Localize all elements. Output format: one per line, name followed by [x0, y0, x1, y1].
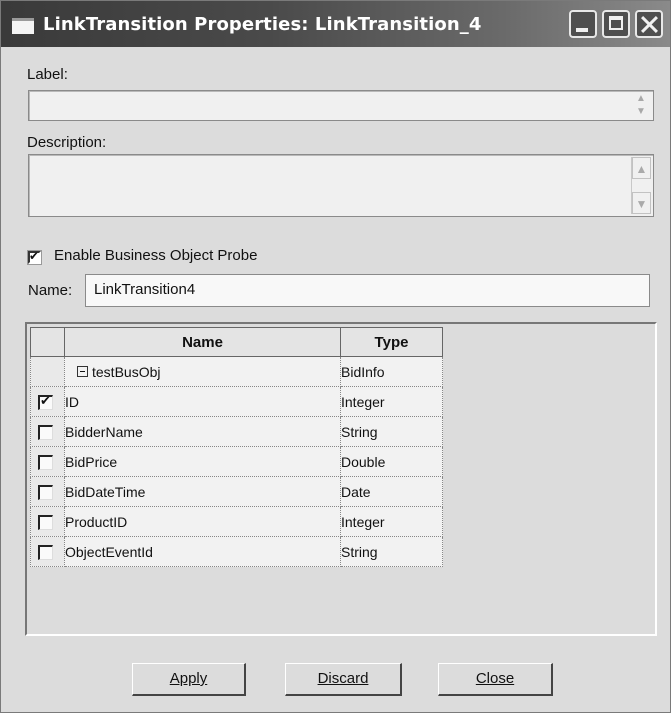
row-checkbox[interactable]: [38, 393, 53, 410]
apply-button-label: Apply: [169, 670, 208, 687]
table-row[interactable]: BidDateTime Date: [30, 476, 443, 507]
table-row[interactable]: ProductID Integer: [30, 506, 443, 537]
name-cell: BidderName: [64, 416, 341, 447]
type-column-header[interactable]: Type: [340, 327, 443, 357]
description-scrollbar[interactable]: ▲ ▼: [631, 157, 651, 214]
maximize-button[interactable]: [602, 10, 630, 38]
table-row[interactable]: testBusObj BidInfo: [30, 356, 443, 387]
row-select-cell: [30, 476, 65, 507]
row-checkbox[interactable]: [38, 425, 53, 440]
apply-button[interactable]: Apply: [132, 663, 246, 696]
table-row[interactable]: ID Integer: [30, 386, 443, 417]
properties-window: LinkTransition Properties: LinkTransitio…: [0, 0, 671, 713]
name-cell: ObjectEventId: [64, 536, 341, 567]
label-field[interactable]: ▲ ▼: [28, 90, 654, 121]
row-select-cell: [30, 536, 65, 567]
enable-probe-label: Enable Business Object Probe: [54, 247, 258, 264]
type-cell: Integer: [340, 506, 443, 537]
collapse-icon[interactable]: [77, 366, 88, 378]
table-row[interactable]: BidderName String: [30, 416, 443, 447]
type-cell: Date: [340, 476, 443, 507]
name-cell: BidPrice: [64, 446, 341, 477]
description-field[interactable]: ▲ ▼: [28, 154, 654, 217]
label-caption: Label:: [27, 66, 68, 83]
name-cell: ID: [64, 386, 341, 417]
description-caption: Description:: [27, 134, 107, 151]
select-column-header: [30, 327, 65, 357]
row-checkbox[interactable]: [38, 545, 53, 560]
window-icon: [12, 18, 34, 34]
spin-up-icon[interactable]: ▲: [632, 93, 650, 105]
name-cell: testBusObj: [64, 356, 341, 387]
scroll-down-icon[interactable]: ▼: [632, 192, 651, 214]
minimize-button[interactable]: [569, 10, 597, 38]
name-cell: BidDateTime: [64, 476, 341, 507]
close-button[interactable]: Close: [438, 663, 553, 696]
discard-button[interactable]: Discard: [285, 663, 402, 696]
window-title: LinkTransition Properties: LinkTransitio…: [43, 14, 482, 35]
row-select-cell: [30, 416, 65, 447]
row-name: testBusObj: [92, 363, 161, 380]
discard-button-label: Discard: [317, 670, 369, 687]
attribute-table-frame: Name Type testBusObj BidInfo ID Integer: [25, 322, 657, 636]
row-select-cell: [30, 506, 65, 537]
name-cell: ProductID: [64, 506, 341, 537]
type-cell: String: [340, 536, 443, 567]
scroll-up-icon[interactable]: ▲: [632, 157, 651, 179]
table-row[interactable]: BidPrice Double: [30, 446, 443, 477]
spin-down-icon[interactable]: ▼: [632, 106, 650, 118]
type-cell: BidInfo: [340, 356, 443, 387]
close-button-label: Close: [475, 670, 515, 687]
type-cell: String: [340, 416, 443, 447]
name-column-header[interactable]: Name: [64, 327, 341, 357]
row-select-cell: [30, 356, 65, 387]
enable-probe-checkbox[interactable]: [27, 249, 42, 265]
title-bar[interactable]: LinkTransition Properties: LinkTransitio…: [1, 1, 670, 47]
row-select-cell: [30, 446, 65, 477]
type-cell: Integer: [340, 386, 443, 417]
row-checkbox[interactable]: [38, 485, 53, 500]
row-checkbox[interactable]: [38, 515, 53, 530]
row-checkbox[interactable]: [38, 455, 53, 470]
close-window-button[interactable]: [635, 10, 663, 38]
name-input[interactable]: LinkTransition4: [85, 274, 650, 307]
type-cell: Double: [340, 446, 443, 477]
name-caption: Name:: [28, 282, 73, 299]
table-row[interactable]: ObjectEventId String: [30, 536, 443, 567]
attribute-table: Name Type testBusObj BidInfo ID Integer: [30, 327, 443, 567]
row-select-cell: [30, 386, 65, 417]
